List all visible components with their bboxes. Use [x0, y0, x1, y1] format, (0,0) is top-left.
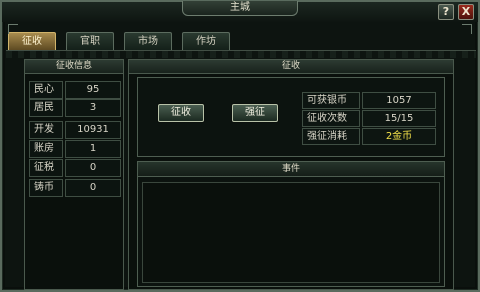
- levy-info-title: 征收信息: [25, 60, 123, 74]
- tab-divider: [6, 50, 476, 58]
- info-row-development: 开发 10931: [29, 121, 121, 139]
- info-row-morale: 民心 95: [29, 81, 121, 99]
- levy-info-panel: 征收信息 民心 95 居民 3 开发 10931 账房 1 征税 0 铸币 0: [24, 59, 124, 290]
- close-button[interactable]: X: [458, 4, 474, 20]
- info-label: 征税: [29, 159, 63, 177]
- levy-actions-box: 征收 强征 可获银币 1057 征收次数 15/15 强征消耗 2金币: [137, 77, 445, 157]
- info-value: 3: [65, 99, 121, 117]
- info-label: 居民: [29, 99, 63, 117]
- stat-value: 15/15: [362, 110, 436, 127]
- stat-label: 强征消耗: [302, 128, 360, 145]
- info-label: 账房: [29, 140, 63, 158]
- info-label: 民心: [29, 81, 63, 99]
- title-bar[interactable]: 主城 ? X: [2, 1, 478, 22]
- stat-row-silver: 可获银币 1057: [302, 92, 436, 109]
- levy-button[interactable]: 征收: [158, 104, 204, 122]
- help-button[interactable]: ?: [438, 4, 454, 20]
- info-value: 1: [65, 140, 121, 158]
- info-value: 0: [65, 179, 121, 197]
- tab-official-post[interactable]: 官职: [66, 32, 114, 50]
- tab-workshop[interactable]: 作坊: [182, 32, 230, 50]
- force-levy-button[interactable]: 强征: [232, 104, 278, 122]
- info-value: 95: [65, 81, 121, 99]
- corner-ornament: [462, 24, 472, 34]
- stat-value: 1057: [362, 92, 436, 109]
- stat-row-levy-count: 征收次数 15/15: [302, 110, 436, 127]
- info-row-accounting: 账房 1: [29, 140, 121, 158]
- events-title: 事件: [138, 162, 444, 177]
- info-row-tax: 征税 0: [29, 159, 121, 177]
- stat-label: 征收次数: [302, 110, 360, 127]
- info-row-minting: 铸币 0: [29, 179, 121, 197]
- stat-value: 2金币: [362, 128, 436, 145]
- info-value: 10931: [65, 121, 121, 139]
- events-box: 事件: [137, 161, 445, 287]
- levy-panel-title: 征收: [129, 60, 453, 74]
- main-city-window: 主城 ? X 征收 官职 市场 作坊 征收信息 民心 95 居民 3 开发 10…: [0, 0, 480, 292]
- stat-label: 可获银币: [302, 92, 360, 109]
- levy-panel: 征收 征收 强征 可获银币 1057 征收次数 15/15 强征消耗 2金币 事…: [128, 59, 454, 290]
- window-title: 主城: [182, 1, 298, 16]
- tab-levy[interactable]: 征收: [8, 32, 56, 50]
- info-value: 0: [65, 159, 121, 177]
- corner-ornament: [8, 24, 18, 34]
- info-label: 开发: [29, 121, 63, 139]
- info-label: 铸币: [29, 179, 63, 197]
- info-row-residents: 居民 3: [29, 99, 121, 117]
- events-list[interactable]: [142, 182, 440, 283]
- tab-market[interactable]: 市场: [124, 32, 172, 50]
- stat-row-force-cost: 强征消耗 2金币: [302, 128, 436, 145]
